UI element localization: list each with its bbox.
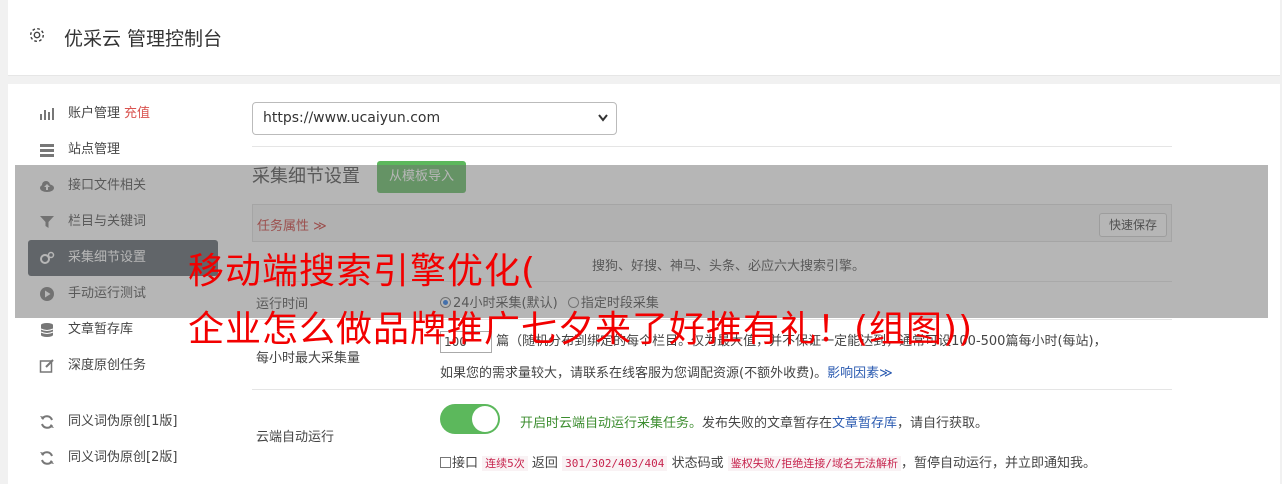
sidebar-item-label: 站点管理 <box>68 142 121 157</box>
sidebar-item-sites[interactable]: 站点管理 <box>28 132 218 168</box>
watermark-line2: 企业怎么做品牌推广七夕来了好推有礼！(组图)) <box>188 309 974 350</box>
toggle-knob <box>472 406 498 432</box>
pause-mid1: 返回 <box>531 456 558 471</box>
top-bar: 优采云 管理控制台 <box>8 0 1280 76</box>
site-select-value: https://www.ucaiyun.com <box>263 110 441 126</box>
sidebar-divider <box>28 384 218 404</box>
sidebar-item-synonym-v1[interactable]: 同义词伪原创[1版] <box>28 404 218 440</box>
page-title: 优采云 管理控制台 <box>64 28 223 50</box>
cloud-run-desc: 开启时云端自动运行采集任务。发布失败的文章暂存在文章暂存库，请自行获取。 <box>520 412 988 431</box>
sidebar-item-label: 文章暂存库 <box>68 322 134 337</box>
cloud-run-toggle[interactable] <box>440 404 500 434</box>
max-per-hour-line2: 如果您的需求量较大，请联系在线客服为您调配资源(不额外收费)。影响因素≫ <box>440 362 893 381</box>
cloud-run-desc-end: ，请自行获取。 <box>897 416 989 431</box>
pause-prefix: 接口 <box>452 456 479 471</box>
factors-link[interactable]: 影响因素 <box>827 366 879 381</box>
sidebar-item-deep-original[interactable]: 深度原创任务 <box>28 348 218 384</box>
refresh-icon <box>40 451 54 465</box>
sidebar-item-account[interactable]: 账户管理 充值 <box>28 96 218 132</box>
server-icon <box>40 144 54 157</box>
code-consecutive: 连续5次 <box>482 456 528 471</box>
sidebar-item-label: 同义词伪原创[1版] <box>68 414 178 429</box>
cloud-run-desc-green: 开启时云端自动运行采集任务。 <box>520 416 703 431</box>
recharge-link[interactable]: 充值 <box>124 106 150 121</box>
cloud-run-label: 云端自动运行 <box>256 430 335 445</box>
pause-tail: ，暂停自动运行，并立即通知我。 <box>900 456 1096 471</box>
site-select[interactable]: https://www.ucaiyun.com <box>252 102 617 135</box>
sidebar-item-synonym-v2[interactable]: 同义词伪原创[2版] <box>28 440 218 476</box>
chevron-down-icon <box>598 114 608 122</box>
sidebar-item-label: 同义词伪原创[2版] <box>68 450 178 465</box>
sidebar-item-label: 深度原创任务 <box>68 358 147 373</box>
divider <box>252 146 1172 147</box>
contact-text: 如果您的需求量较大，请联系在线客服为您调配资源(不额外收费)。 <box>440 366 828 381</box>
database-icon <box>40 323 54 337</box>
pause-mid2: 状态码或 <box>671 456 724 471</box>
sidebar-item-label: 账户管理 <box>68 106 121 121</box>
edit-icon <box>39 359 54 373</box>
cloud-run-desc-text: 发布失败的文章暂存在 <box>702 416 833 431</box>
cloud-run-row: 云端自动运行 开启时云端自动运行采集任务。发布失败的文章暂存在文章暂存库，请自行… <box>252 390 1172 480</box>
pause-rule: 接口 连续5次 返回 301/302/403/404 状态码或 鉴权失败/拒绝连… <box>440 452 1096 471</box>
article-storage-link[interactable]: 文章暂存库 <box>832 416 897 431</box>
watermark-line1: 移动端搜索引擎优化( <box>188 251 537 292</box>
code-status: 301/302/403/404 <box>562 456 668 471</box>
code-errors: 鉴权失败/拒绝连接/域名无法解析 <box>727 456 901 471</box>
pause-checkbox[interactable] <box>440 457 451 468</box>
gear-icon <box>29 27 45 43</box>
refresh-icon <box>40 415 54 429</box>
chevron-down-icon: ≫ <box>879 366 893 381</box>
bar-chart-icon <box>40 108 54 120</box>
